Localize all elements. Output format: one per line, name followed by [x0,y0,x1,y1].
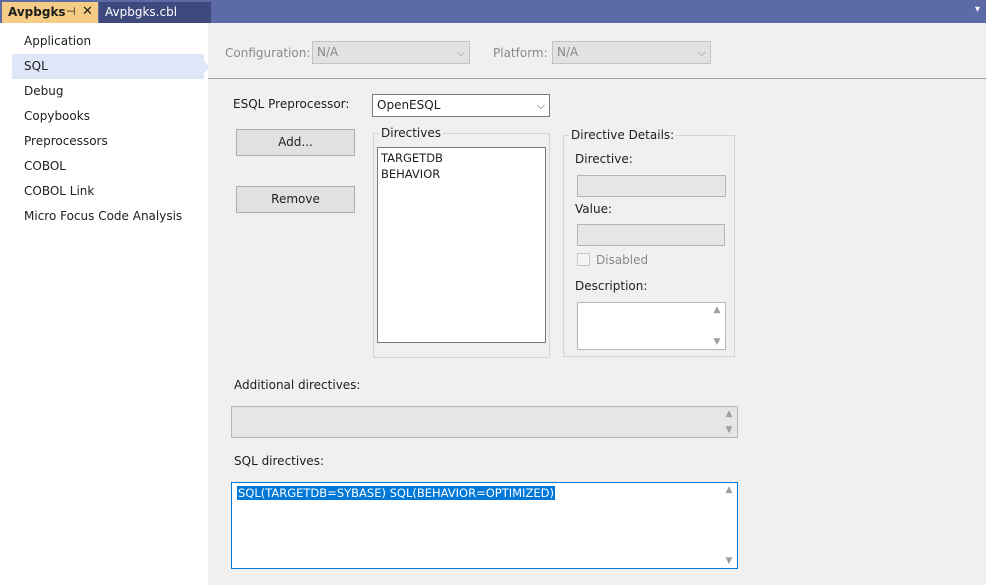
esql-preprocessor-label: ESQL Preprocessor: [233,97,350,111]
sidebar-item-cobol[interactable]: COBOL [12,154,204,179]
sidebar-item-sql[interactable]: SQL [12,54,210,79]
sidebar-item-application[interactable]: Application [12,29,204,54]
sidebar-item-cobol-link[interactable]: COBOL Link [12,179,204,204]
tab-avpbgks[interactable]: Avpbgks ⊣ ✕ [2,2,98,23]
value-label: Value: [575,202,612,216]
chevron-down-icon: ⌵ [456,46,465,59]
scroll-down-icon[interactable]: ▼ [711,337,723,347]
scroll-up-icon[interactable]: ▲ [723,485,735,495]
sidebar-item-debug[interactable]: Debug [12,79,204,104]
additional-directives-field[interactable]: ▲ ▼ [231,406,738,438]
description-field[interactable]: ▲ ▼ [577,302,726,350]
directives-group: Directives TARGETDB BEHAVIOR [373,126,550,358]
configuration-value: N/A [317,45,339,59]
scroll-down-icon[interactable]: ▼ [723,556,735,566]
directives-list[interactable]: TARGETDB BEHAVIOR [377,147,546,343]
separator [208,78,986,79]
sidebar-item-preprocessors[interactable]: Preprocessors [12,129,204,154]
sql-directives-value: SQL(TARGETDB=SYBASE) SQL(BEHAVIOR=OPTIMI… [237,486,555,500]
sidebar-item-copybooks[interactable]: Copybooks [12,104,204,129]
directive-label: Directive: [575,152,633,166]
esql-preprocessor-value: OpenESQL [377,98,441,112]
disabled-checkbox[interactable] [577,253,590,266]
additional-directives-label: Additional directives: [234,378,361,392]
sql-settings-panel: Configuration: N/A ⌵ Platform: N/A ⌵ ESQ… [208,23,986,585]
directive-details-title: Directive Details: [569,128,677,142]
platform-value: N/A [557,45,579,59]
esql-preprocessor-select[interactable]: OpenESQL ⌵ [372,94,550,117]
sql-directives-scrollbar[interactable]: ▲ ▼ [723,485,735,566]
additional-directives-scrollbar[interactable]: ▲ ▼ [723,409,735,435]
add-directive-button[interactable]: Add... [236,129,355,156]
platform-label: Platform: [493,46,548,60]
platform-select[interactable]: N/A ⌵ [552,41,711,64]
list-item[interactable]: TARGETDB [378,150,545,166]
tab-avpbgks-cbl[interactable]: Avpbgks.cbl [99,2,211,23]
scroll-up-icon[interactable]: ▲ [723,409,735,419]
directives-group-title: Directives [379,126,443,140]
sidebar-item-code-analysis[interactable]: Micro Focus Code Analysis [12,204,204,229]
list-item[interactable]: BEHAVIOR [378,166,545,182]
property-pages-sidebar: Application SQL Debug Copybooks Preproce… [0,23,210,585]
sql-directives-field[interactable]: SQL(TARGETDB=SYBASE) SQL(BEHAVIOR=OPTIMI… [231,482,738,569]
value-field[interactable] [577,224,725,246]
sql-directives-label: SQL directives: [234,454,324,468]
configuration-label: Configuration: [225,46,311,60]
document-tab-bar: Avpbgks ⊣ ✕ Avpbgks.cbl ▾ [0,0,986,23]
tab-dropdown-icon[interactable]: ▾ [975,4,980,15]
pin-icon[interactable]: ⊣ [66,2,76,22]
directive-details-group: Directive Details: Directive: Value: Dis… [563,128,735,357]
scroll-up-icon[interactable]: ▲ [711,305,723,315]
chevron-down-icon: ⌵ [697,46,706,59]
description-scrollbar[interactable]: ▲ ▼ [711,305,723,347]
close-icon[interactable]: ✕ [82,2,93,22]
scroll-down-icon[interactable]: ▼ [723,425,735,435]
chevron-down-icon: ⌵ [536,99,545,112]
disabled-checkbox-label: Disabled [596,253,649,267]
tab-label: Avpbgks.cbl [105,5,178,19]
directive-field[interactable] [577,175,726,197]
description-label: Description: [575,279,648,293]
remove-directive-button[interactable]: Remove [236,186,355,213]
configuration-select[interactable]: N/A ⌵ [312,41,470,64]
tab-label: Avpbgks [8,5,66,19]
